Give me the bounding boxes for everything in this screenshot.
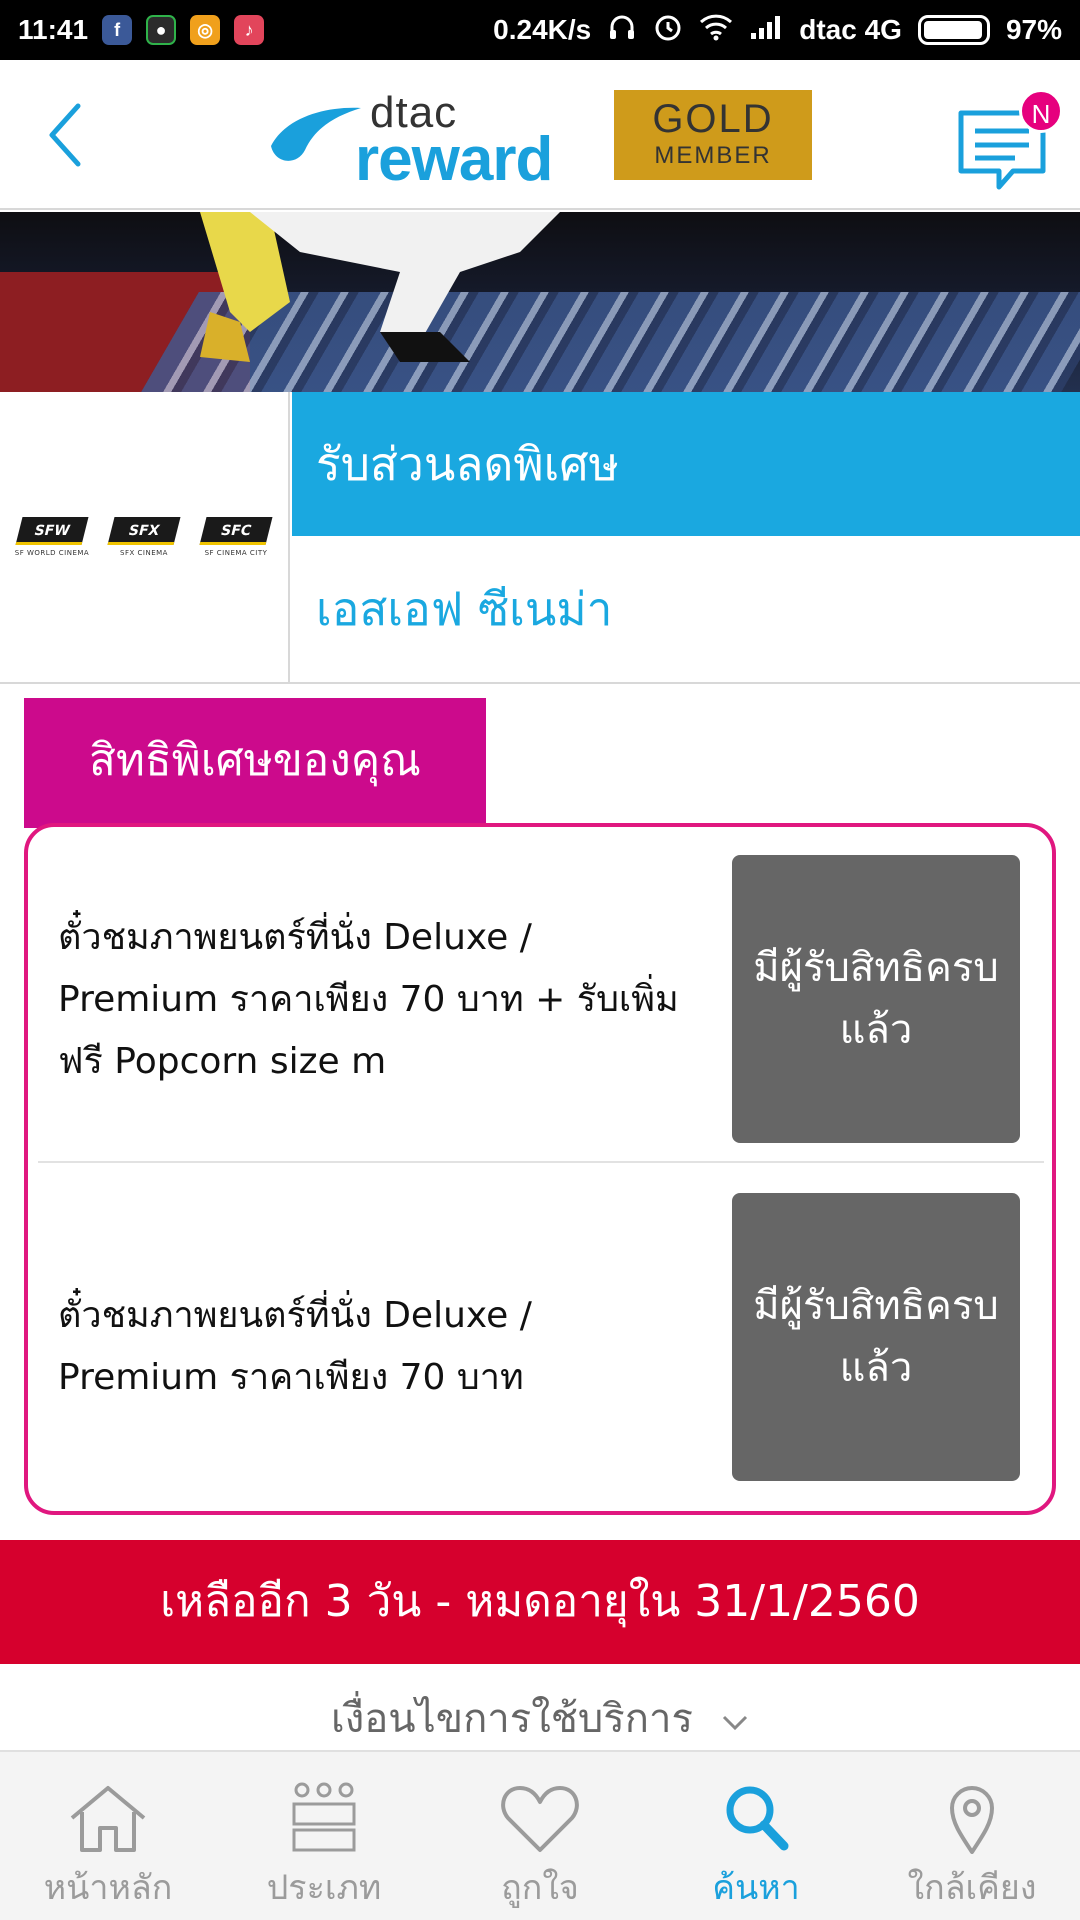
logo-caption: SFX CINEMA [120, 549, 168, 557]
line-camera-icon: ● [146, 15, 177, 45]
headphone-icon [607, 12, 637, 49]
gold-member-badge: GOLD MEMBER [614, 90, 812, 180]
badge-gold-text: GOLD [652, 97, 774, 141]
privilege-item: ตั๋วชมภาพยนตร์ที่นั่ง Deluxe / Premium ร… [38, 1165, 1044, 1501]
chevron-down-icon [721, 1668, 749, 1750]
privilege-description: ตั๋วชมภาพยนตร์ที่นั่ง Deluxe / Premium ร… [58, 917, 679, 1082]
logo-chip: SFX [107, 517, 181, 545]
carrier-label: dtac 4G [799, 14, 902, 45]
nav-category[interactable]: ประเภท [216, 1752, 432, 1920]
app-header: dtac reward GOLD MEMBER N [0, 60, 1080, 210]
logo-chip: SFW [15, 517, 89, 545]
nav-nearby[interactable]: ใกล้เคียง [864, 1752, 1080, 1920]
signal-icon [749, 13, 783, 48]
logo-chip: SFC [199, 517, 273, 545]
status-time: 11:41 [18, 14, 89, 45]
logo-caption: SF CINEMA CITY [204, 549, 268, 557]
terms-toggle[interactable]: เงื่อนไขการใช้บริการ [0, 1664, 1080, 1750]
dtac-swirl-icon [271, 107, 361, 161]
notification-badge: N [1019, 89, 1063, 133]
status-bar: 11:41 f ● ◎ ♪ 0.24K/s dtac 4G 97% [0, 0, 1080, 60]
claim-button-fully-redeemed[interactable]: มีผู้รับสิทธิครบแล้ว [732, 855, 1020, 1143]
app-notification-icon: ◎ [190, 15, 221, 45]
sf-world-cinema-logo: SFW SF WORLD CINEMA [13, 517, 91, 557]
wifi-icon [699, 13, 733, 48]
nav-favorites-label: ถูกใจ [501, 1868, 579, 1908]
nav-favorites[interactable]: ถูกใจ [432, 1752, 648, 1920]
battery-level [923, 21, 983, 39]
privileges-list: ตั๋วชมภาพยนตร์ที่นั่ง Deluxe / Premium ร… [24, 823, 1056, 1515]
logo-caption: SF WORLD CINEMA [14, 549, 90, 557]
claim-button-fully-redeemed[interactable]: มีผู้รับสิทธิครบแล้ว [732, 1193, 1020, 1481]
music-app-icon: ♪ [234, 15, 265, 45]
offer-title: รับส่วนลดพิเศษ [292, 392, 1080, 536]
nav-category-label: ประเภท [266, 1868, 382, 1908]
dtac-reward-logo: dtac reward [265, 88, 595, 194]
facebook-icon: f [102, 15, 133, 45]
terms-label: เงื่อนไขการใช้บริการ [331, 1696, 693, 1742]
nav-home-label: หน้าหลัก [43, 1868, 173, 1908]
heart-icon [501, 1786, 579, 1852]
brand-section: SFW SF WORLD CINEMA SFX SFX CINEMA SFC S… [0, 392, 1080, 684]
location-pin-icon [950, 1786, 994, 1854]
bottom-navigation: หน้าหลัก ประเภท ถูกใจ ค้นหา ใกล้เคียง [0, 1750, 1080, 1920]
messages-button[interactable]: N [955, 89, 1063, 195]
nav-nearby-label: ใกล้เคียง [907, 1868, 1037, 1908]
privilege-description: ตั๋วชมภาพยนตร์ที่นั่ง Deluxe / Premium ร… [58, 1295, 532, 1398]
cinema-banner-image [0, 212, 1080, 392]
alarm-icon [653, 12, 683, 49]
privileges-tab: สิทธิพิเศษของคุณ [24, 698, 486, 828]
logo-reward-text: reward [355, 125, 553, 194]
network-speed: 0.24K/s [493, 14, 592, 45]
badge-member-text: MEMBER [654, 142, 772, 169]
banner-people-silhouette [200, 212, 560, 362]
sf-cinema-city-logo: SFC SF CINEMA CITY [197, 517, 275, 557]
privilege-item: ตั๋วชมภาพยนตร์ที่นั่ง Deluxe / Premium ร… [38, 827, 1044, 1163]
nav-search[interactable]: ค้นหา [648, 1752, 864, 1920]
nav-search-label: ค้นหา [712, 1868, 800, 1908]
chevron-left-icon [49, 103, 81, 167]
battery-icon [917, 15, 990, 45]
home-icon [70, 1786, 146, 1852]
expiry-bar: เหลืออีก 3 วัน - หมดอายุใน 31/1/2560 [0, 1540, 1080, 1664]
category-icon [292, 1782, 356, 1852]
battery-percent: 97% [1005, 14, 1062, 45]
brand-logos: SFW SF WORLD CINEMA SFX SFX CINEMA SFC S… [0, 392, 290, 682]
merchant-name: เอสเอฟ ซีเนม่า [316, 582, 613, 636]
search-icon [726, 1786, 789, 1851]
nav-home[interactable]: หน้าหลัก [0, 1752, 216, 1920]
back-button[interactable] [40, 100, 100, 170]
sfx-cinema-logo: SFX SFX CINEMA [105, 517, 183, 557]
